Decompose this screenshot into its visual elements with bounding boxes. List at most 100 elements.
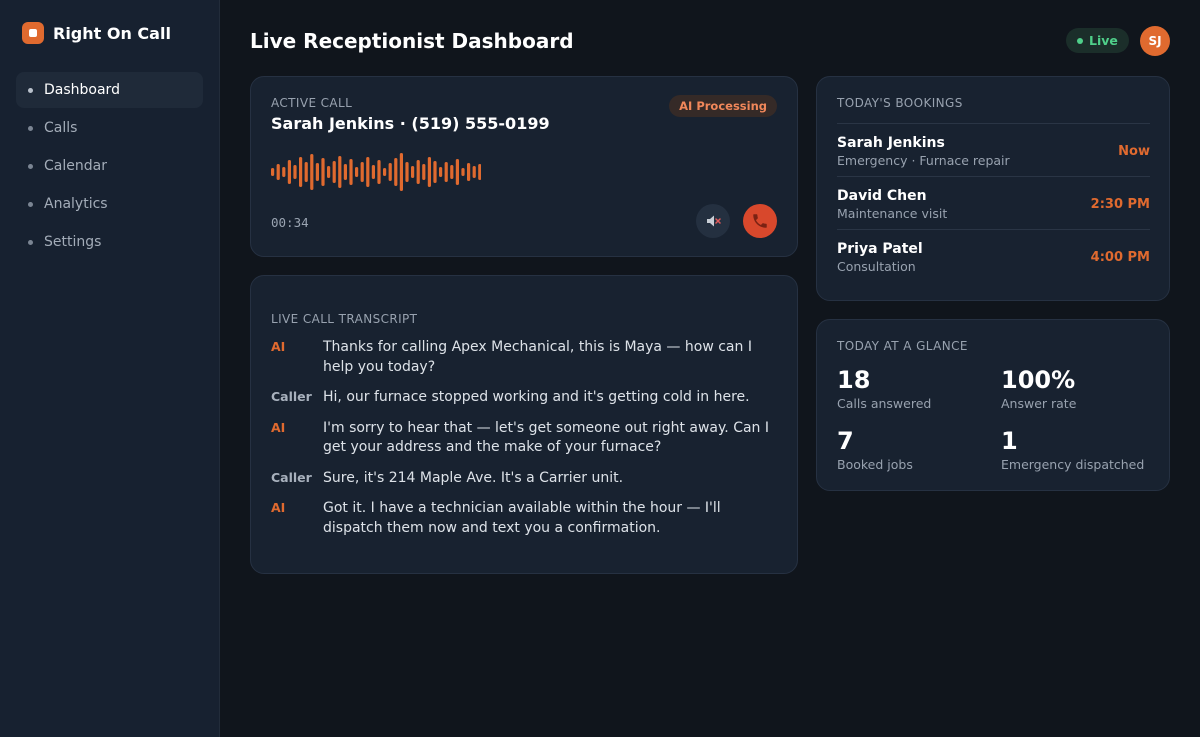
active-call-label: ACTIVE CALL (271, 96, 353, 110)
sidebar-item-analytics[interactable]: Analytics (16, 186, 203, 222)
waveform-bar (327, 166, 331, 178)
booking-list: Sarah Jenkins Emergency · Furnace repair… (837, 123, 1150, 282)
stat-value: 100% (1001, 366, 1076, 394)
booking-item[interactable]: Priya Patel Consultation 4:00 PM (837, 229, 1150, 282)
speaker-label: AI (271, 500, 286, 515)
waveform-bar (478, 164, 481, 180)
sidebar-item-label: Settings (44, 234, 102, 250)
sidebar-nav: Dashboard Calls Calendar Analytics Setti… (16, 72, 203, 262)
live-status-label: Live (1089, 33, 1118, 48)
waveform-bar (371, 165, 375, 179)
bookings-card: TODAY'S BOOKINGS Sarah Jenkins Emergency… (816, 76, 1170, 301)
sidebar-item-dashboard[interactable]: Dashboard (16, 72, 203, 108)
waveform-bar (461, 168, 465, 176)
waveform-bar (299, 157, 303, 187)
waveform-bar (293, 165, 297, 179)
waveform-bar (315, 163, 319, 181)
waveform-bar (304, 162, 308, 182)
stat-label: Emergency dispatched (1001, 457, 1145, 472)
live-dot-icon (1077, 37, 1083, 44)
bullet-icon (28, 201, 33, 207)
stat-calls-answered: 18 Calls answered (837, 366, 931, 411)
stat-label: Calls answered (837, 396, 932, 411)
message-text: Thanks for calling Apex Mechanical, this… (323, 339, 752, 375)
waveform-bar (444, 162, 448, 182)
sidebar-item-label: Calls (44, 120, 78, 136)
phone-hangup-icon (753, 214, 767, 228)
booking-desc: Emergency · Furnace repair (837, 153, 1010, 168)
waveform-bar (411, 166, 415, 178)
transcript-list: AI Thanks for calling Apex Mechanical, t… (271, 338, 781, 549)
message-text: Sure, it's 214 Maple Ave. It's a Carrier… (323, 469, 624, 486)
audio-waveform (271, 153, 481, 191)
sidebar-item-calendar[interactable]: Calendar (16, 148, 203, 184)
waveform-bar (282, 167, 286, 177)
sidebar-item-label: Dashboard (44, 82, 120, 98)
brand[interactable]: Right On Call (22, 22, 171, 44)
waveform-bar (422, 164, 426, 180)
waveform-bar (321, 158, 325, 186)
booking-desc: Maintenance visit (837, 206, 948, 221)
sidebar-item-label: Analytics (44, 196, 108, 212)
bookings-label: TODAY'S BOOKINGS (837, 96, 963, 110)
waveform-bar (427, 157, 431, 187)
live-status-badge: Live (1066, 28, 1129, 53)
booking-time: 2:30 PM (1090, 197, 1150, 212)
booking-name: David Chen (837, 188, 927, 204)
waveform-bar (287, 160, 291, 184)
active-call-card: ACTIVE CALL Sarah Jenkins · (519) 555-01… (250, 76, 798, 257)
waveform-bar (271, 168, 275, 176)
waveform-bar (360, 162, 364, 182)
transcript-label: LIVE CALL TRANSCRIPT (271, 312, 418, 326)
message-text: I'm sorry to hear that — let's get someo… (323, 419, 769, 456)
sidebar: Right On Call Dashboard Calls Calendar A… (0, 0, 220, 737)
avatar[interactable]: SJ (1140, 26, 1170, 56)
message-text: Got it. I have a technician available wi… (323, 500, 721, 536)
transcript-message: AI Thanks for calling Apex Mechanical, t… (271, 338, 781, 377)
booking-desc: Consultation (837, 259, 916, 274)
message-text: Hi, our furnace stopped working and it's… (323, 389, 750, 405)
speaker-label: Caller (271, 389, 312, 404)
glance-card: TODAY AT A GLANCE 18 Calls answered 100%… (816, 319, 1170, 491)
waveform-bar (405, 162, 409, 182)
active-caller: Sarah Jenkins · (519) 555-0199 (271, 114, 550, 133)
waveform-bar (472, 166, 476, 178)
waveform-bar (455, 159, 459, 185)
page-title: Live Receptionist Dashboard (250, 29, 574, 53)
waveform-bar (377, 160, 381, 184)
call-timer: 00:34 (271, 215, 309, 230)
sidebar-item-label: Calendar (44, 158, 107, 174)
bullet-icon (28, 125, 33, 131)
waveform-bar (416, 160, 420, 184)
stat-emergency-dispatched: 1 Emergency dispatched (1001, 427, 1144, 472)
bullet-icon (28, 87, 33, 93)
booking-name: Priya Patel (837, 241, 923, 257)
mute-icon (707, 215, 721, 227)
stat-label: Answer rate (1001, 396, 1077, 411)
sidebar-item-settings[interactable]: Settings (16, 224, 203, 260)
waveform-bar (343, 164, 347, 180)
waveform-bar (467, 163, 471, 181)
bullet-icon (28, 239, 33, 245)
sidebar-item-calls[interactable]: Calls (16, 110, 203, 146)
ai-processing-badge: AI Processing (669, 95, 777, 117)
mute-button[interactable] (696, 204, 730, 238)
booking-item[interactable]: David Chen Maintenance visit 2:30 PM (837, 176, 1150, 229)
waveform-bar (450, 165, 454, 179)
bullet-icon (28, 163, 33, 169)
waveform-bar (399, 153, 403, 191)
booking-item[interactable]: Sarah Jenkins Emergency · Furnace repair… (837, 123, 1150, 176)
stat-value: 7 (837, 427, 854, 455)
hang-up-button[interactable] (743, 204, 777, 238)
waveform-bar (355, 167, 359, 177)
brand-logo-icon (22, 22, 44, 44)
transcript-card: LIVE CALL TRANSCRIPT AI Thanks for calli… (250, 275, 798, 574)
transcript-message: AI I'm sorry to hear that — let's get so… (271, 419, 781, 458)
booking-time: Now (1118, 144, 1150, 159)
waveform-bar (383, 168, 387, 176)
stat-value: 18 (837, 366, 871, 394)
transcript-message: Caller Sure, it's 214 Maple Ave. It's a … (271, 469, 781, 489)
waveform-bar (276, 164, 280, 180)
waveform-bar (310, 154, 314, 190)
stat-answer-rate: 100% Answer rate (1001, 366, 1076, 411)
